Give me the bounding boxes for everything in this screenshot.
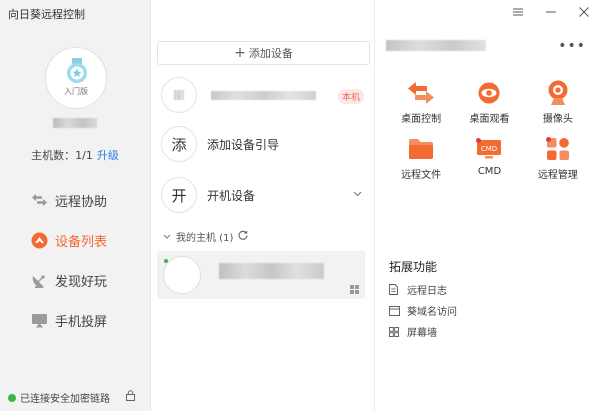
device-list-icon (30, 231, 48, 249)
refresh-icon[interactable] (238, 230, 248, 243)
add-guide-avatar: 添 (161, 126, 197, 162)
folder-icon (405, 134, 437, 164)
connection-status-text: 已连接安全加密链路 (20, 394, 110, 405)
plus-icon: + (234, 45, 246, 61)
desktop-control-icon (405, 78, 437, 108)
extensions-title: 拓展功能 (389, 260, 438, 274)
sidebar-nav: 远程协助 设备列表 发现好玩 手机投屏 (0, 180, 150, 340)
camera-button[interactable]: 摄像头 (524, 78, 592, 125)
window-controls (501, 0, 600, 24)
ext-item-screen-wall[interactable]: 屏幕墙 (389, 321, 457, 342)
sidebar-item-screen-cast[interactable]: 手机投屏 (0, 300, 150, 340)
minimize-icon[interactable] (534, 0, 567, 24)
sidebar-item-label: 设备列表 (55, 234, 108, 250)
extensions-list: 远程日志 葵域名访问 屏幕墙 (389, 279, 457, 342)
connection-status: 已连接安全加密链路 (8, 390, 110, 405)
app-title: 向日葵远程控制 (8, 8, 85, 21)
ext-item-label: 屏幕墙 (407, 328, 437, 339)
cmd-button[interactable]: CMD CMD (455, 134, 523, 181)
device-name-redacted (386, 40, 486, 51)
function-label: 远程文件 (401, 170, 442, 181)
sidebar-item-label: 发现好玩 (55, 274, 108, 290)
add-device-label: 添加设备 (248, 47, 293, 60)
sidebar-item-label: 远程协助 (55, 194, 108, 210)
local-device-row[interactable]: 本机 (157, 72, 370, 118)
desktop-view-icon (473, 78, 505, 108)
function-label: CMD (477, 166, 502, 177)
upgrade-link[interactable]: 升级 (97, 149, 119, 162)
ext-item-label: 远程日志 (407, 286, 447, 297)
my-hosts-label: 我的主机 (1) (176, 233, 234, 244)
add-device-guide-row[interactable]: 添 添加设备引导 (157, 121, 370, 167)
menu-icon[interactable] (501, 0, 534, 24)
swap-arrows-icon (30, 191, 48, 209)
domain-icon (389, 305, 401, 316)
wake-label: 开机设备 (207, 188, 256, 203)
add-guide-label: 添加设备引导 (207, 137, 280, 152)
device-detail-panel: ••• 桌面控制 桌面观看 摄像头 远程文件 CMD CMD 远程管理 拓展功能… (375, 0, 600, 411)
group-collapse-icon[interactable] (163, 232, 171, 242)
device-list-panel: + 添加设备 本机 添 添加设备引导 开 开机设备 我的主机 (1) (151, 0, 375, 411)
online-indicator (164, 259, 168, 263)
lock-icon[interactable] (126, 390, 135, 404)
sidebar: 向日葵远程控制 入门版 主机数：1/1 升级 远程协助 设备列表 发现好玩 手机… (0, 0, 151, 411)
windows-icon (350, 283, 359, 297)
function-label: 桌面控制 (401, 114, 442, 125)
host-count-text: 主机数：1/1 (31, 149, 93, 162)
ext-item-remote-log[interactable]: 远程日志 (389, 279, 457, 300)
avatar[interactable]: 入门版 (45, 47, 107, 109)
remote-manage-icon (542, 134, 574, 164)
desktop-view-button[interactable]: 桌面观看 (455, 78, 523, 125)
camera-icon (542, 78, 574, 108)
status-dot (8, 393, 16, 402)
my-hosts-group[interactable]: 我的主机 (1) (163, 229, 248, 244)
membership-level: 入门版 (64, 87, 88, 96)
host-item[interactable] (157, 251, 365, 299)
remote-files-button[interactable]: 远程文件 (387, 134, 455, 181)
chevron-down-icon[interactable] (353, 189, 362, 200)
host-name-redacted (219, 263, 324, 279)
sidebar-item-discover[interactable]: 发现好玩 (0, 260, 150, 300)
function-label: 摄像头 (542, 114, 573, 125)
medal-icon (67, 58, 87, 83)
add-device-button[interactable]: + 添加设备 (157, 41, 370, 65)
close-icon[interactable] (567, 0, 600, 24)
sidebar-item-label: 手机投屏 (55, 314, 108, 330)
log-icon (389, 284, 401, 295)
device-avatar (161, 77, 197, 113)
function-label: 桌面观看 (469, 114, 510, 125)
host-avatar (163, 256, 201, 294)
wake-avatar: 开 (161, 177, 197, 213)
satellite-dish-icon (30, 271, 48, 289)
cmd-icon: CMD (473, 134, 505, 164)
function-label: 远程管理 (537, 170, 578, 181)
cmd-icon-text: CMD (481, 145, 497, 153)
wake-device-row[interactable]: 开 开机设备 (157, 172, 370, 218)
sidebar-item-device-list[interactable]: 设备列表 (0, 220, 150, 260)
local-device-name-redacted (211, 90, 316, 100)
more-icon[interactable]: ••• (558, 38, 586, 54)
desktop-control-button[interactable]: 桌面控制 (387, 78, 455, 125)
username-redacted (53, 118, 97, 128)
device-avatar-redacted (174, 90, 184, 100)
screen-cast-icon (30, 311, 48, 329)
remote-manage-button[interactable]: 远程管理 (524, 134, 592, 181)
host-count: 主机数：1/1 升级 (0, 147, 150, 163)
sidebar-item-remote-assist[interactable]: 远程协助 (0, 180, 150, 220)
grid-icon (389, 326, 401, 337)
ext-item-domain-access[interactable]: 葵域名访问 (389, 300, 457, 321)
local-device-badge: 本机 (337, 89, 364, 104)
ext-item-label: 葵域名访问 (407, 307, 457, 318)
function-grid: 桌面控制 桌面观看 摄像头 远程文件 CMD CMD 远程管理 (387, 78, 592, 181)
